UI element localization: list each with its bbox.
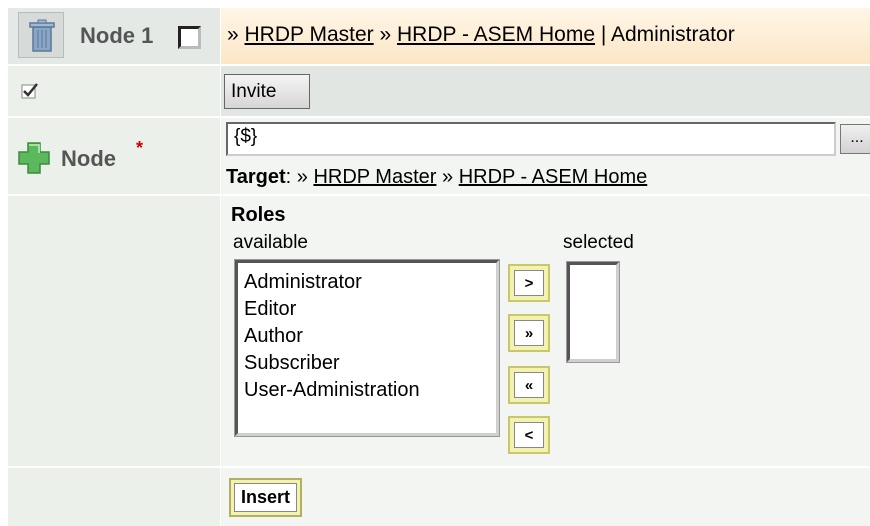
available-label: available (233, 232, 308, 253)
list-item[interactable]: Editor (238, 296, 496, 323)
node-header-cell: Node 1 (8, 8, 220, 64)
target-label: Target (226, 166, 286, 188)
footer: Insert (221, 468, 870, 526)
node-title: Node 1 (80, 23, 154, 48)
remove-selected-label: < (514, 422, 544, 448)
node-field: {$} ... Target: » HRDP Master » HRDP - A… (221, 118, 870, 194)
breadcrumb-separator: » (373, 23, 398, 46)
breadcrumb-link-asem-home[interactable]: HRDP - ASEM Home (397, 23, 595, 46)
browse-button[interactable]: ... (840, 124, 870, 154)
target-link-hrdp-master[interactable]: HRDP Master (313, 166, 436, 188)
insert-label: Insert (234, 483, 298, 512)
node-field-label-cell: Node * (8, 118, 220, 194)
roles-label-cell (8, 196, 220, 466)
toolbar-left (8, 66, 220, 116)
invite-button[interactable]: Invite (224, 74, 310, 109)
target-separator: : » (285, 166, 314, 188)
roles-title: Roles (231, 204, 286, 226)
remove-selected-button[interactable]: < (508, 416, 550, 454)
required-marker: * (136, 138, 144, 158)
node-field-label: Node (61, 146, 116, 171)
available-roles-list[interactable]: Administrator Editor Author Subscriber U… (235, 260, 499, 436)
list-item[interactable]: Administrator (238, 269, 496, 296)
selected-roles-list[interactable] (567, 262, 619, 362)
trash-icon[interactable] (18, 12, 64, 58)
target-separator-2: » (436, 166, 459, 188)
list-item[interactable]: User-Administration (238, 377, 496, 404)
insert-button[interactable]: Insert (229, 478, 303, 517)
move-selected-button[interactable]: > (508, 264, 550, 302)
remove-all-button[interactable]: « (508, 366, 550, 404)
breadcrumb-link-hrdp-master[interactable]: HRDP Master (245, 23, 374, 46)
node-select-checkbox[interactable] (178, 26, 201, 49)
move-all-button[interactable]: » (508, 314, 550, 352)
move-all-label: » (514, 320, 544, 346)
roles-section: Roles available selected Administrator E… (221, 196, 870, 466)
move-selected-label: > (514, 270, 544, 296)
target-link-asem-home[interactable]: HRDP - ASEM Home (459, 166, 648, 188)
remove-all-label: « (514, 372, 544, 398)
plus-icon (16, 140, 52, 176)
selected-label: selected (563, 232, 634, 253)
list-item[interactable]: Subscriber (238, 350, 496, 377)
breadcrumb-role: | Administrator (595, 23, 735, 46)
target-line: Target: » HRDP Master » HRDP - ASEM Home (226, 166, 647, 189)
list-item[interactable]: Author (238, 323, 496, 350)
breadcrumb-prefix: » (227, 23, 245, 46)
breadcrumb: » HRDP Master » HRDP - ASEM Home | Admin… (221, 8, 870, 64)
node-input[interactable]: {$} (226, 122, 836, 156)
checkmark-icon[interactable] (18, 80, 40, 102)
footer-left (8, 468, 220, 526)
toolbar: Invite (221, 66, 870, 116)
